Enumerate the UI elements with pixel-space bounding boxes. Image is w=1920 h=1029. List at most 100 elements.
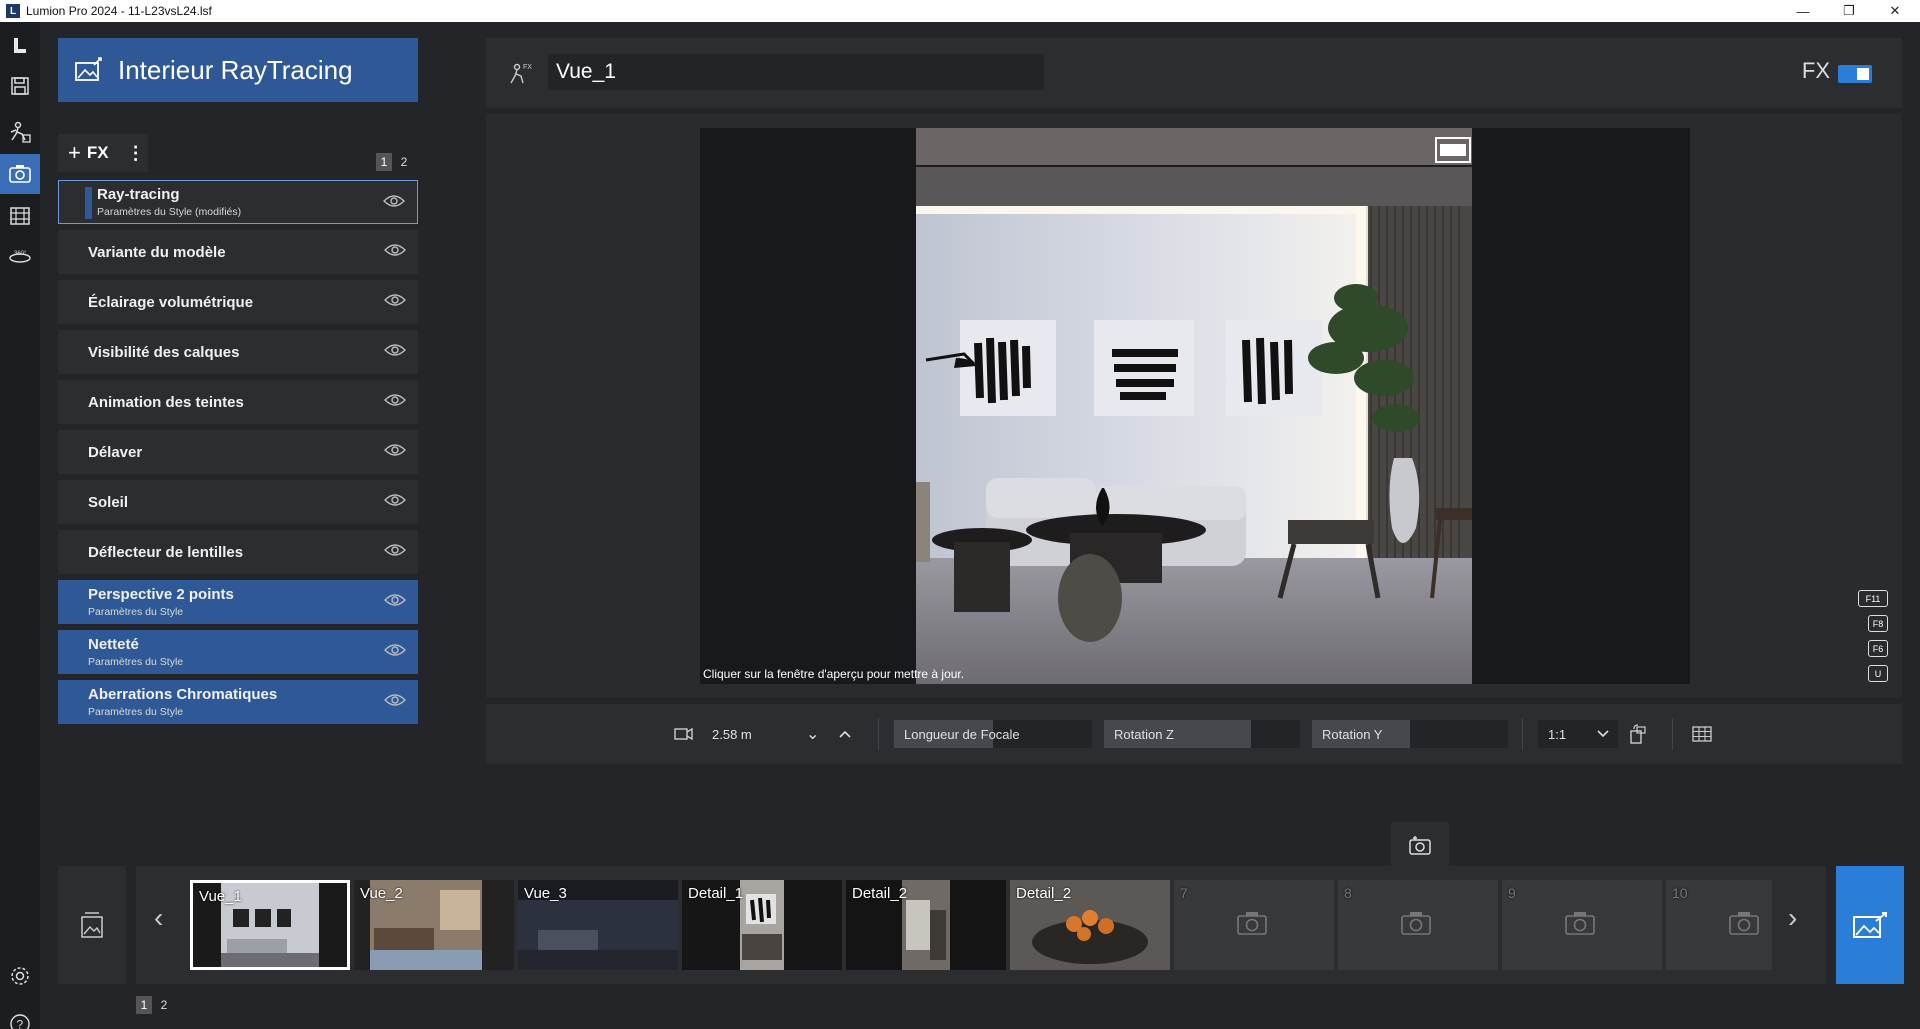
help-icon[interactable]: ? bbox=[0, 1004, 40, 1029]
more-options-icon[interactable]: ⋮ bbox=[127, 143, 145, 164]
gallery-button[interactable] bbox=[58, 866, 126, 984]
camera-height-value[interactable]: 2.58 m bbox=[708, 720, 812, 748]
effect-subtitle: Paramètres du Style bbox=[88, 706, 184, 718]
build-mode-icon[interactable] bbox=[0, 112, 40, 152]
chevron-right-icon[interactable]: › bbox=[1788, 902, 1797, 934]
eye-icon[interactable] bbox=[383, 193, 405, 209]
eye-icon[interactable] bbox=[384, 342, 406, 358]
effect-nettete[interactable]: Netteté Paramètres du Style bbox=[58, 630, 418, 674]
thumbnail-label: 10 bbox=[1672, 885, 1688, 901]
effect-subtitle: Paramètres du Style bbox=[88, 656, 184, 668]
thumbnail-vue-3[interactable]: Vue_3 bbox=[518, 880, 678, 970]
effect-name: Aberrations Chromatiques bbox=[88, 686, 278, 703]
effect-delaver[interactable]: Délaver bbox=[58, 430, 418, 474]
thumbnail-vue-2[interactable]: Vue_2 bbox=[354, 880, 514, 970]
save-icon[interactable] bbox=[0, 66, 40, 106]
fx-toggle[interactable] bbox=[1838, 65, 1872, 83]
add-fx-button[interactable]: + FX ⋮ bbox=[58, 134, 148, 172]
lumion-logo-icon[interactable] bbox=[0, 26, 40, 66]
effect-aberrations-chromatiques[interactable]: Aberrations Chromatiques Paramètres du S… bbox=[58, 680, 418, 724]
render-button[interactable] bbox=[1836, 866, 1904, 984]
effect-variante-du-modele[interactable]: Variante du modèle bbox=[58, 230, 418, 274]
project-title-panel: Interieur RayTracing bbox=[58, 38, 418, 102]
panorama-360-icon[interactable]: 360° bbox=[0, 236, 40, 276]
svg-text:?: ? bbox=[17, 1018, 24, 1029]
aspect-ratio-value: 1:1 bbox=[1548, 726, 1567, 742]
thumbnail-label: 9 bbox=[1508, 885, 1516, 901]
divider bbox=[1522, 718, 1523, 750]
thumbnail-detail-2a[interactable]: Detail_2 bbox=[846, 880, 1006, 970]
camera-icon bbox=[1729, 912, 1759, 935]
view-header: FX Vue_1 FX bbox=[486, 38, 1902, 108]
thumb-page-2-tab[interactable]: 2 bbox=[156, 996, 172, 1014]
thumbnail-detail-2b[interactable]: Detail_2 bbox=[1010, 880, 1170, 970]
plus-icon: + bbox=[68, 140, 81, 165]
movie-mode-icon[interactable] bbox=[0, 196, 40, 236]
rotation-y-label: Rotation Y bbox=[1322, 726, 1383, 742]
image-gallery-icon bbox=[81, 912, 103, 938]
focal-length-slider[interactable]: Longueur de Focale bbox=[894, 720, 1092, 748]
rotation-z-label: Rotation Z bbox=[1114, 726, 1174, 742]
thumbnail-empty-10[interactable]: 10 bbox=[1666, 880, 1772, 970]
effect-eclairage-volumetrique[interactable]: Éclairage volumétrique bbox=[58, 280, 418, 324]
effect-animation-des-teintes[interactable]: Animation des teintes bbox=[58, 380, 418, 424]
eye-icon[interactable] bbox=[384, 392, 406, 408]
rotation-y-slider[interactable]: Rotation Y bbox=[1312, 720, 1508, 748]
add-fx-label: FX bbox=[86, 143, 109, 162]
eye-icon[interactable] bbox=[384, 442, 406, 458]
chevron-down-icon[interactable]: ⌄ bbox=[806, 720, 826, 748]
photo-mode-icon[interactable] bbox=[0, 154, 40, 194]
fx-page-tabs: 1 2 bbox=[376, 153, 412, 171]
chevron-up-icon[interactable] bbox=[838, 720, 858, 748]
fx-page-2-tab[interactable]: 2 bbox=[396, 153, 412, 171]
shortcut-u[interactable]: U bbox=[1868, 665, 1888, 682]
settings-icon[interactable] bbox=[0, 956, 40, 996]
rotation-z-slider[interactable]: Rotation Z bbox=[1104, 720, 1300, 748]
effect-visibilite-des-calques[interactable]: Visibilité des calques bbox=[58, 330, 418, 374]
aspect-ratio-select[interactable]: 1:1 bbox=[1538, 720, 1618, 748]
effect-soleil[interactable]: Soleil bbox=[58, 480, 418, 524]
grid-overlay-icon[interactable] bbox=[1692, 720, 1716, 748]
effect-name: Netteté bbox=[88, 636, 139, 653]
fx-toggle-label: FX bbox=[1801, 58, 1830, 83]
thumbnail-vue-1[interactable]: Vue_1 bbox=[190, 880, 350, 970]
divider bbox=[878, 718, 879, 750]
chevron-left-icon[interactable]: ‹ bbox=[154, 902, 163, 934]
eye-icon[interactable] bbox=[384, 542, 406, 558]
title-bar: L Lumion Pro 2024 - 11-L23vsL24.lsf — ❐ … bbox=[0, 0, 1920, 22]
view-name-input[interactable]: Vue_1 bbox=[548, 54, 1044, 90]
render-preview-image[interactable] bbox=[916, 128, 1472, 684]
chevron-down-icon bbox=[1597, 730, 1609, 738]
orientation-icon[interactable] bbox=[1628, 720, 1650, 748]
close-button[interactable]: ✕ bbox=[1872, 0, 1918, 22]
thumbnail-empty-7[interactable]: 7 bbox=[1174, 880, 1334, 970]
eye-icon[interactable] bbox=[384, 492, 406, 508]
shortcut-f11[interactable]: F11 bbox=[1858, 590, 1888, 607]
eye-icon[interactable] bbox=[384, 692, 406, 708]
minimize-button[interactable]: — bbox=[1780, 0, 1826, 22]
effect-name: Délaver bbox=[88, 443, 143, 461]
effect-perspective-2-points[interactable]: Perspective 2 points Paramètres du Style bbox=[58, 580, 418, 624]
eye-icon[interactable] bbox=[384, 642, 406, 658]
maximize-button[interactable]: ❐ bbox=[1826, 0, 1872, 22]
thumbnail-empty-9[interactable]: 9 bbox=[1502, 880, 1662, 970]
effect-name: Variante du modèle bbox=[88, 243, 226, 261]
window-title: Lumion Pro 2024 - 11-L23vsL24.lsf bbox=[26, 4, 212, 18]
fx-page-1-tab[interactable]: 1 bbox=[376, 153, 392, 171]
thumbnail-label: Vue_1 bbox=[199, 888, 242, 905]
effect-name: Éclairage volumétrique bbox=[88, 293, 254, 311]
effect-ray-tracing[interactable]: Ray-tracing Paramètres du Style (modifié… bbox=[58, 180, 418, 224]
eye-icon[interactable] bbox=[384, 292, 406, 308]
thumb-page-1-tab[interactable]: 1 bbox=[136, 996, 152, 1014]
shortcut-f8[interactable]: F8 bbox=[1868, 615, 1888, 632]
effect-name: Soleil bbox=[88, 493, 129, 511]
thumbnail-empty-8[interactable]: 8 bbox=[1338, 880, 1498, 970]
eye-icon[interactable] bbox=[384, 242, 406, 258]
effect-name: Animation des teintes bbox=[88, 393, 244, 411]
eye-icon[interactable] bbox=[384, 592, 406, 608]
shortcut-f6[interactable]: F6 bbox=[1868, 640, 1888, 657]
thumbnail-detail-1[interactable]: Detail_1 bbox=[682, 880, 842, 970]
effect-deflecteur-de-lentilles[interactable]: Déflecteur de lentilles bbox=[58, 530, 418, 574]
capture-view-button[interactable] bbox=[1391, 822, 1449, 868]
shortcut-keys: F11 F8 F6 U bbox=[1858, 590, 1888, 682]
